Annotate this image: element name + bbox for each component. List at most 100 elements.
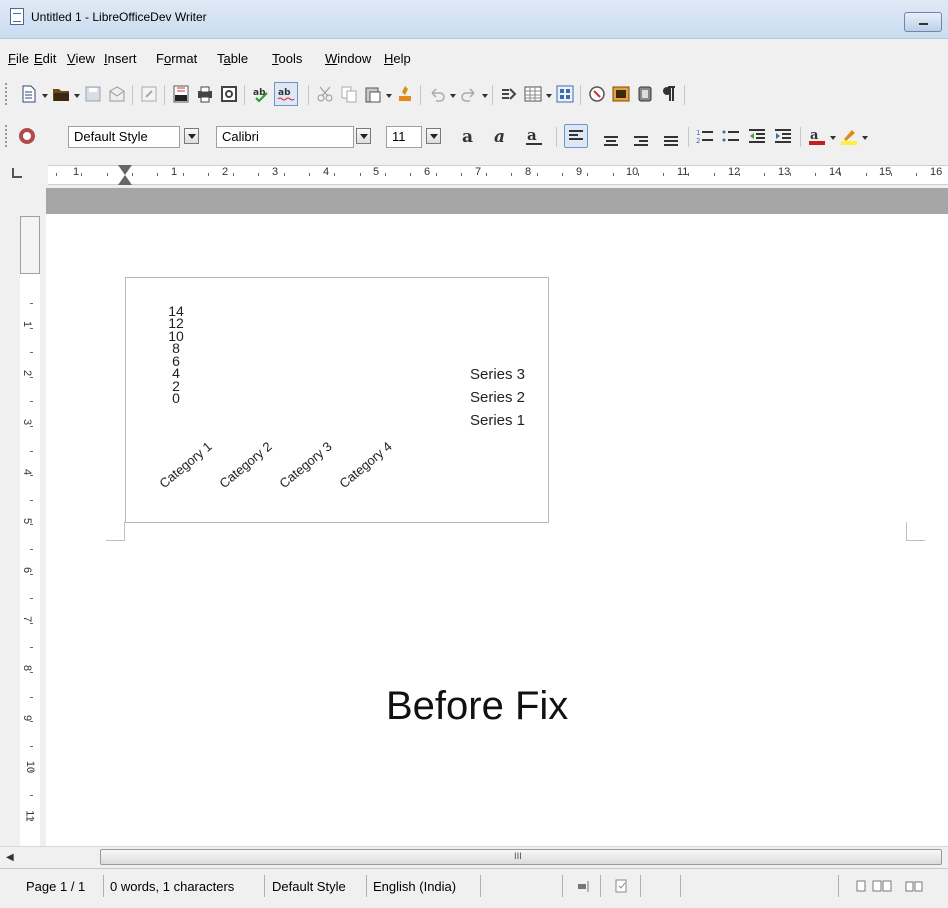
font-color-dropdown-arrow[interactable] [830,136,836,140]
align-right-icon[interactable] [634,136,648,148]
new-dropdown-arrow[interactable] [42,94,48,98]
insert-table-icon[interactable] [524,85,542,103]
scrollbar-thumb[interactable]: III [100,849,942,865]
open-folder-icon[interactable] [52,85,70,103]
paste-icon[interactable] [364,85,382,103]
align-left-icon [569,130,583,142]
underline-icon[interactable]: a [524,127,546,145]
find-replace-icon[interactable] [500,85,518,103]
new-document-icon[interactable] [20,85,38,103]
ruler-tick [56,173,57,176]
edit-mode-icon[interactable] [140,85,158,103]
font-name-combo[interactable]: Calibri [216,126,354,148]
align-left-button[interactable] [564,124,588,148]
styles-icon[interactable] [18,127,36,145]
vertical-ruler[interactable]: 1 2 3 4 5 6 7 8 9 10 11 [0,188,46,846]
cut-icon[interactable] [316,85,334,103]
horizontal-ruler[interactable]: 1 1 2 3 4 5 6 7 8 9 10 11 12 13 14 15 16 [0,162,948,188]
vertical-ruler-tick [30,377,33,378]
vertical-ruler-margin-marker[interactable] [20,216,40,274]
bullets-icon[interactable] [722,127,740,145]
svg-text:a: a [527,127,537,144]
tab-type-selector[interactable] [12,168,22,178]
svg-text:a: a [810,128,819,143]
menu-window[interactable]: Window [325,51,371,66]
clone-formatting-icon[interactable] [396,85,414,103]
gallery-icon[interactable] [612,85,630,103]
indent-marker-bottom[interactable] [118,175,132,185]
auto-spellcheck-toggle[interactable]: ab [274,82,298,106]
toolbar-grip[interactable] [5,125,9,147]
save-icon[interactable] [84,85,102,103]
font-color-icon[interactable]: a [808,127,826,145]
document-canvas[interactable]: 14 12 10 8 6 4 2 0 Series 3 Series 2 Ser… [46,188,948,846]
ruler-tick [436,173,437,176]
insert-mode-icon[interactable] [577,879,591,893]
highlight-dropdown-arrow[interactable] [862,136,868,140]
undo-icon[interactable] [428,85,446,103]
book-view-icon[interactable] [904,879,924,893]
ruler-tick [714,173,715,176]
ruler-tick [486,173,487,176]
numbering-icon[interactable]: 12 [696,127,714,145]
menu-help[interactable]: Help [384,51,411,66]
paragraph-style-dropdown-button[interactable] [184,128,199,144]
insert-image-icon[interactable] [556,85,574,103]
horizontal-scrollbar[interactable]: ◀ III [0,846,948,868]
ruler-tick [891,173,892,176]
menu-insert[interactable]: Insert [104,51,137,66]
language[interactable]: English (India) [373,879,456,894]
menu-edit[interactable]: Edit [34,51,56,66]
toolbar-grip[interactable] [5,83,9,105]
redo-dropdown-arrow[interactable] [482,94,488,98]
auto-spellcheck-icon: ab [277,88,295,101]
document-modified-icon[interactable] [614,879,628,893]
redo-icon[interactable] [460,85,478,103]
data-sources-icon[interactable] [636,85,654,103]
minimize-button[interactable] [904,12,942,32]
menu-view[interactable]: View [67,51,95,66]
svg-text:2: 2 [696,137,700,145]
ruler-tick [132,173,133,176]
justify-icon[interactable] [664,136,678,148]
italic-icon[interactable]: a [492,127,514,145]
copy-icon[interactable] [340,85,358,103]
font-name-dropdown-button[interactable] [356,128,371,144]
undo-dropdown-arrow[interactable] [450,94,456,98]
multi-page-view-icon[interactable] [872,879,892,893]
spelling-icon[interactable]: ab [252,85,270,103]
print-icon[interactable] [196,85,214,103]
align-center-icon[interactable] [604,136,618,148]
indent-marker-top[interactable] [118,165,132,175]
highlight-icon[interactable] [840,127,858,145]
decrease-indent-icon[interactable] [748,127,766,145]
bold-icon[interactable]: a [460,127,482,145]
ruler-tick [360,173,361,176]
email-icon[interactable] [108,85,126,103]
formatting-marks-icon[interactable] [660,85,678,103]
increase-indent-icon[interactable] [774,127,792,145]
single-page-view-icon[interactable] [854,879,868,893]
font-size-combo[interactable]: 11 [386,126,422,148]
font-size-dropdown-button[interactable] [426,128,441,144]
paste-dropdown-arrow[interactable] [386,94,392,98]
word-count[interactable]: 0 words, 1 characters [110,879,234,894]
menu-table[interactable]: Table [217,51,248,66]
page-count[interactable]: Page 1 / 1 [26,879,85,894]
menu-tools[interactable]: Tools [272,51,302,66]
paragraph-style-combo[interactable]: Default Style [68,126,180,148]
export-pdf-icon[interactable] [172,85,190,103]
navigator-icon[interactable] [588,85,606,103]
chart-object[interactable]: 14 12 10 8 6 4 2 0 Series 3 Series 2 Ser… [125,277,549,523]
ruler-number: 5 [373,166,380,178]
scroll-left-arrow-icon[interactable]: ◀ [6,852,14,863]
page-style[interactable]: Default Style [272,879,346,894]
print-preview-icon[interactable] [220,85,238,103]
menu-format[interactable]: Format [156,51,197,66]
title-bar: Untitled 1 - LibreOfficeDev Writer [0,0,948,39]
table-dropdown-arrow[interactable] [546,94,552,98]
writer-document-icon [10,8,24,25]
open-dropdown-arrow[interactable] [74,94,80,98]
window-title: Untitled 1 - LibreOfficeDev Writer [31,10,207,24]
menu-file[interactable]: File [8,51,29,66]
